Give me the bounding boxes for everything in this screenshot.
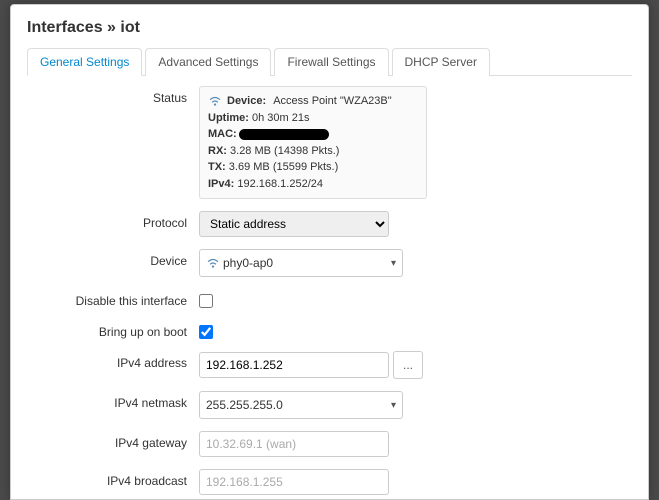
tab-firewall-settings[interactable]: Firewall Settings xyxy=(274,48,388,76)
redacted-mac xyxy=(239,129,329,140)
status-label: Status xyxy=(27,86,199,105)
ipv4-address-label: IPv4 address xyxy=(27,351,199,370)
protocol-select[interactable]: Static address xyxy=(199,211,389,237)
bringup-label: Bring up on boot xyxy=(27,320,199,339)
ipv4-netmask-select[interactable]: 255.255.255.0 xyxy=(199,391,403,419)
tab-dhcp-server[interactable]: DHCP Server xyxy=(392,48,490,76)
wifi-icon xyxy=(208,94,222,108)
tab-advanced-settings[interactable]: Advanced Settings xyxy=(145,48,271,76)
protocol-label: Protocol xyxy=(27,211,199,230)
device-label: Device xyxy=(27,249,199,268)
ipv4-netmask-label: IPv4 netmask xyxy=(27,391,199,410)
disable-interface-checkbox[interactable] xyxy=(199,294,213,308)
disable-label: Disable this interface xyxy=(27,289,199,308)
ipv4-broadcast-label: IPv4 broadcast xyxy=(27,469,199,488)
device-select[interactable]: phy0-ap0 xyxy=(199,249,403,277)
interface-edit-modal: Interfaces » iot General Settings Advanc… xyxy=(10,4,649,500)
ipv4-cidr-button[interactable]: ... xyxy=(393,351,423,379)
ipv4-address-input[interactable] xyxy=(199,352,389,378)
tab-general-settings[interactable]: General Settings xyxy=(27,48,142,76)
ipv4-gateway-label: IPv4 gateway xyxy=(27,431,199,450)
ipv4-gateway-input[interactable] xyxy=(199,431,389,457)
tab-bar: General Settings Advanced Settings Firew… xyxy=(27,47,632,76)
ipv4-broadcast-input[interactable] xyxy=(199,469,389,495)
status-panel: Device: Access Point "WZA23B" Uptime: 0h… xyxy=(199,86,427,199)
bring-up-on-boot-checkbox[interactable] xyxy=(199,325,213,339)
modal-title: Interfaces » iot xyxy=(27,19,632,37)
wifi-icon xyxy=(206,256,220,270)
